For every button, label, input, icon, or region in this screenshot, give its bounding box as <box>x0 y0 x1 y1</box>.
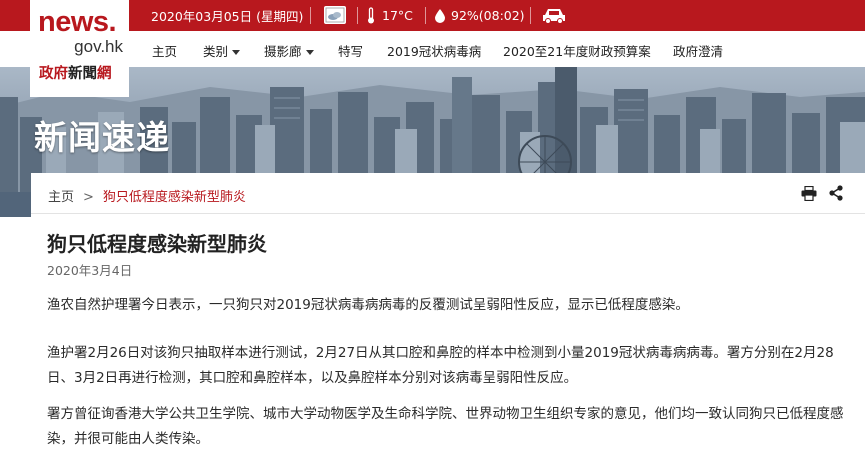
nav-item-gallery[interactable]: 摄影廊 <box>264 41 314 60</box>
share-icon[interactable] <box>829 185 843 201</box>
breadcrumb-current[interactable]: 狗只低程度感染新型肺炎 <box>103 190 246 205</box>
article-paragraph: 署方曾征询香港大学公共卫生学院、城市大学动物医学及生命科学院、世界动物卫生组织专… <box>47 406 844 447</box>
cloudy-icon[interactable] <box>324 6 346 24</box>
article-paragraph: 渔护署2月26日对该狗只抽取样本进行测试，2月27日从其口腔和鼻腔的样本中检测到… <box>47 345 834 386</box>
nav-item-features[interactable]: 特写 <box>338 41 363 60</box>
nav-item-budget[interactable]: 2020至21年度财政预算案 <box>503 41 651 60</box>
banner-title: 新闻速递 <box>34 118 170 157</box>
divider <box>425 7 426 24</box>
article-title: 狗只低程度感染新型肺炎 <box>47 232 267 256</box>
breadcrumb-home[interactable]: 主页 <box>48 190 74 205</box>
humidity-text: 92%(08:02) <box>451 8 525 23</box>
breadcrumb: 主页 > 狗只低程度感染新型肺炎 <box>48 186 246 205</box>
caret-down-icon <box>232 50 241 55</box>
divider <box>357 7 358 24</box>
article-tools <box>801 185 843 201</box>
article-date: 2020年3月4日 <box>47 263 133 278</box>
logo-news-text: news. <box>38 6 117 38</box>
temperature-text: 17°C <box>382 8 413 23</box>
nav-item-clarifications[interactable]: 政府澄清 <box>673 41 723 60</box>
breadcrumb-separator: > <box>83 190 94 205</box>
logo-gov-text: gov.hk <box>74 37 123 56</box>
article-card: 主页 > 狗只低程度感染新型肺炎 狗只低程度感染新型肺炎 2020年3月4日 渔农自… <box>31 173 865 459</box>
nav-item-covid[interactable]: 2019冠状病毒病 <box>387 41 481 60</box>
main-nav: 主页 类别 摄影廊 特写 2019冠状病毒病 2020至21年度财政预算案 政府… <box>0 31 865 67</box>
date-text: 2020年03月05日 (星期四) <box>151 9 304 24</box>
site-logo[interactable]: news. gov.hk 政府新聞網 <box>30 0 129 97</box>
logo-chinese-text: 政府新聞網 <box>39 66 112 82</box>
thermometer-icon <box>368 7 374 24</box>
caret-down-icon <box>305 50 314 55</box>
top-info-bar: 2020年03月05日 (星期四) 17°C 92%(08:02) <box>0 0 865 31</box>
article-paragraph: 渔农自然护理署今日表示，一只狗只对2019冠状病毒病病毒的反覆测试呈弱阳性反应，… <box>47 297 689 313</box>
divider <box>310 7 311 24</box>
divider <box>530 7 531 24</box>
print-icon[interactable] <box>801 185 817 201</box>
nav-item-home[interactable]: 主页 <box>152 41 177 60</box>
nav-item-categories[interactable]: 类别 <box>203 41 241 60</box>
breadcrumb-divider <box>31 213 865 214</box>
humidity-drop-icon <box>435 9 445 23</box>
car-icon[interactable] <box>542 7 566 24</box>
